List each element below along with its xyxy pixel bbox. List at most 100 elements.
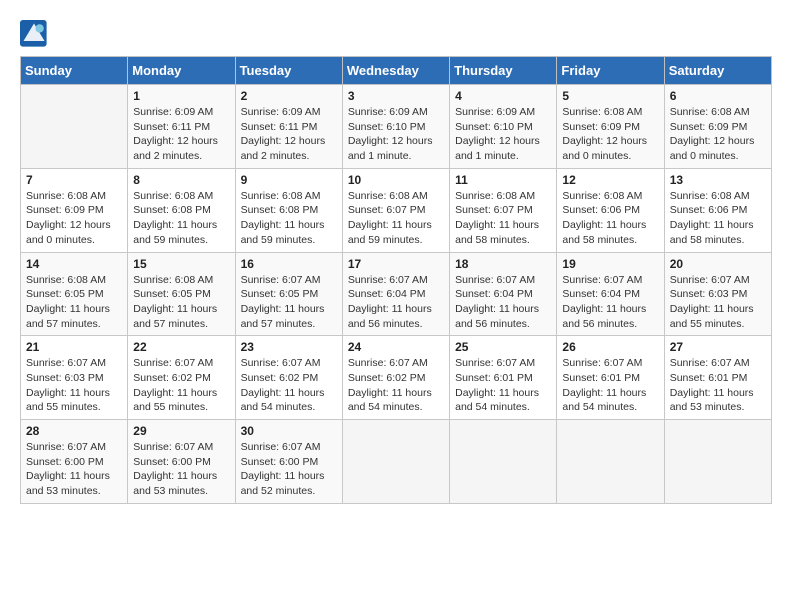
weekday-header-wednesday: Wednesday xyxy=(342,57,449,85)
week-row-5: 28 Sunrise: 6:07 AMSunset: 6:00 PMDayligh… xyxy=(21,420,772,504)
day-info: Sunrise: 6:07 AMSunset: 6:03 PMDaylight:… xyxy=(26,356,122,415)
calendar-cell: 11 Sunrise: 6:08 AMSunset: 6:07 PMDayligh… xyxy=(450,168,557,252)
weekday-header-friday: Friday xyxy=(557,57,664,85)
calendar-cell: 20 Sunrise: 6:07 AMSunset: 6:03 PMDayligh… xyxy=(664,252,771,336)
calendar-cell: 16 Sunrise: 6:07 AMSunset: 6:05 PMDayligh… xyxy=(235,252,342,336)
day-info: Sunrise: 6:08 AMSunset: 6:05 PMDaylight:… xyxy=(26,273,122,332)
day-number: 8 xyxy=(133,173,229,187)
day-info: Sunrise: 6:07 AMSunset: 6:04 PMDaylight:… xyxy=(455,273,551,332)
day-number: 27 xyxy=(670,340,766,354)
day-number: 14 xyxy=(26,257,122,271)
day-info: Sunrise: 6:07 AMSunset: 6:02 PMDaylight:… xyxy=(241,356,337,415)
logo xyxy=(20,20,52,48)
calendar-cell: 13 Sunrise: 6:08 AMSunset: 6:06 PMDayligh… xyxy=(664,168,771,252)
day-number: 2 xyxy=(241,89,337,103)
day-info: Sunrise: 6:07 AMSunset: 6:02 PMDaylight:… xyxy=(348,356,444,415)
weekday-header-row: SundayMondayTuesdayWednesdayThursdayFrid… xyxy=(21,57,772,85)
calendar-cell: 12 Sunrise: 6:08 AMSunset: 6:06 PMDayligh… xyxy=(557,168,664,252)
day-number: 1 xyxy=(133,89,229,103)
day-info: Sunrise: 6:09 AMSunset: 6:11 PMDaylight:… xyxy=(133,105,229,164)
calendar-cell: 10Sunrise: 6:08 AMSunset: 6:07 PMDayligh… xyxy=(342,168,449,252)
calendar-cell xyxy=(664,420,771,504)
week-row-3: 14 Sunrise: 6:08 AMSunset: 6:05 PMDayligh… xyxy=(21,252,772,336)
day-number: 9 xyxy=(241,173,337,187)
day-info: Sunrise: 6:09 AMSunset: 6:10 PMDaylight:… xyxy=(348,105,444,164)
day-number: 25 xyxy=(455,340,551,354)
day-number: 5 xyxy=(562,89,658,103)
day-info: Sunrise: 6:08 AMSunset: 6:07 PMDaylight:… xyxy=(455,189,551,248)
day-number: 12 xyxy=(562,173,658,187)
day-number: 11 xyxy=(455,173,551,187)
calendar-cell: 9 Sunrise: 6:08 AMSunset: 6:08 PMDaylight… xyxy=(235,168,342,252)
day-info: Sunrise: 6:08 AMSunset: 6:09 PMDaylight:… xyxy=(670,105,766,164)
day-info: Sunrise: 6:07 AMSunset: 6:00 PMDaylight:… xyxy=(241,440,337,499)
day-info: Sunrise: 6:08 AMSunset: 6:08 PMDaylight:… xyxy=(241,189,337,248)
day-info: Sunrise: 6:07 AMSunset: 6:04 PMDaylight:… xyxy=(348,273,444,332)
day-number: 30 xyxy=(241,424,337,438)
calendar-cell: 15 Sunrise: 6:08 AMSunset: 6:05 PMDayligh… xyxy=(128,252,235,336)
day-info: Sunrise: 6:09 AMSunset: 6:10 PMDaylight:… xyxy=(455,105,551,164)
day-number: 6 xyxy=(670,89,766,103)
day-info: Sunrise: 6:08 AMSunset: 6:05 PMDaylight:… xyxy=(133,273,229,332)
calendar-cell xyxy=(342,420,449,504)
day-number: 21 xyxy=(26,340,122,354)
calendar-cell: 3 Sunrise: 6:09 AMSunset: 6:10 PMDaylight… xyxy=(342,85,449,169)
weekday-header-sunday: Sunday xyxy=(21,57,128,85)
calendar-cell: 21 Sunrise: 6:07 AMSunset: 6:03 PMDayligh… xyxy=(21,336,128,420)
day-info: Sunrise: 6:08 AMSunset: 6:06 PMDaylight:… xyxy=(562,189,658,248)
day-info: Sunrise: 6:07 AMSunset: 6:01 PMDaylight:… xyxy=(670,356,766,415)
day-number: 26 xyxy=(562,340,658,354)
day-info: Sunrise: 6:07 AMSunset: 6:04 PMDaylight:… xyxy=(562,273,658,332)
weekday-header-saturday: Saturday xyxy=(664,57,771,85)
day-info: Sunrise: 6:07 AMSunset: 6:03 PMDaylight:… xyxy=(670,273,766,332)
logo-icon xyxy=(20,20,48,48)
week-row-2: 7 Sunrise: 6:08 AMSunset: 6:09 PMDaylight… xyxy=(21,168,772,252)
calendar-cell: 24 Sunrise: 6:07 AMSunset: 6:02 PMDayligh… xyxy=(342,336,449,420)
day-number: 20 xyxy=(670,257,766,271)
day-number: 13 xyxy=(670,173,766,187)
day-number: 28 xyxy=(26,424,122,438)
calendar-cell: 19 Sunrise: 6:07 AMSunset: 6:04 PMDayligh… xyxy=(557,252,664,336)
day-number: 22 xyxy=(133,340,229,354)
calendar-cell: 18 Sunrise: 6:07 AMSunset: 6:04 PMDayligh… xyxy=(450,252,557,336)
day-number: 24 xyxy=(348,340,444,354)
calendar-cell xyxy=(21,85,128,169)
day-info: Sunrise: 6:08 AMSunset: 6:06 PMDaylight:… xyxy=(670,189,766,248)
day-number: 7 xyxy=(26,173,122,187)
day-info: Sunrise: 6:08 AMSunset: 6:09 PMDaylight:… xyxy=(562,105,658,164)
day-number: 23 xyxy=(241,340,337,354)
day-info: Sunrise: 6:07 AMSunset: 6:02 PMDaylight:… xyxy=(133,356,229,415)
day-number: 3 xyxy=(348,89,444,103)
week-row-4: 21 Sunrise: 6:07 AMSunset: 6:03 PMDayligh… xyxy=(21,336,772,420)
weekday-header-tuesday: Tuesday xyxy=(235,57,342,85)
week-row-1: 1 Sunrise: 6:09 AMSunset: 6:11 PMDaylight… xyxy=(21,85,772,169)
calendar-cell: 28 Sunrise: 6:07 AMSunset: 6:00 PMDayligh… xyxy=(21,420,128,504)
day-number: 19 xyxy=(562,257,658,271)
calendar-cell: 27 Sunrise: 6:07 AMSunset: 6:01 PMDayligh… xyxy=(664,336,771,420)
day-number: 4 xyxy=(455,89,551,103)
calendar-cell: 5 Sunrise: 6:08 AMSunset: 6:09 PMDaylight… xyxy=(557,85,664,169)
weekday-header-thursday: Thursday xyxy=(450,57,557,85)
day-info: Sunrise: 6:07 AMSunset: 6:05 PMDaylight:… xyxy=(241,273,337,332)
calendar-cell: 1 Sunrise: 6:09 AMSunset: 6:11 PMDaylight… xyxy=(128,85,235,169)
calendar-cell: 4 Sunrise: 6:09 AMSunset: 6:10 PMDaylight… xyxy=(450,85,557,169)
day-info: Sunrise: 6:07 AMSunset: 6:01 PMDaylight:… xyxy=(455,356,551,415)
day-number: 17 xyxy=(348,257,444,271)
day-number: 15 xyxy=(133,257,229,271)
calendar-cell: 17 Sunrise: 6:07 AMSunset: 6:04 PMDayligh… xyxy=(342,252,449,336)
calendar-cell: 30 Sunrise: 6:07 AMSunset: 6:00 PMDayligh… xyxy=(235,420,342,504)
day-number: 18 xyxy=(455,257,551,271)
weekday-header-monday: Monday xyxy=(128,57,235,85)
day-info: Sunrise: 6:08 AMSunset: 6:08 PMDaylight:… xyxy=(133,189,229,248)
calendar-table: SundayMondayTuesdayWednesdayThursdayFrid… xyxy=(20,56,772,504)
calendar-cell: 25 Sunrise: 6:07 AMSunset: 6:01 PMDayligh… xyxy=(450,336,557,420)
calendar-cell: 2Sunrise: 6:09 AMSunset: 6:11 PMDaylight… xyxy=(235,85,342,169)
calendar-cell: 22 Sunrise: 6:07 AMSunset: 6:02 PMDayligh… xyxy=(128,336,235,420)
day-number: 16 xyxy=(241,257,337,271)
calendar-cell: 7 Sunrise: 6:08 AMSunset: 6:09 PMDaylight… xyxy=(21,168,128,252)
day-number: 29 xyxy=(133,424,229,438)
day-number: 10 xyxy=(348,173,444,187)
day-info: Sunrise: 6:08 AMSunset: 6:09 PMDaylight:… xyxy=(26,189,122,248)
day-info: Sunrise: 6:07 AMSunset: 6:00 PMDaylight:… xyxy=(26,440,122,499)
calendar-cell: 14 Sunrise: 6:08 AMSunset: 6:05 PMDayligh… xyxy=(21,252,128,336)
